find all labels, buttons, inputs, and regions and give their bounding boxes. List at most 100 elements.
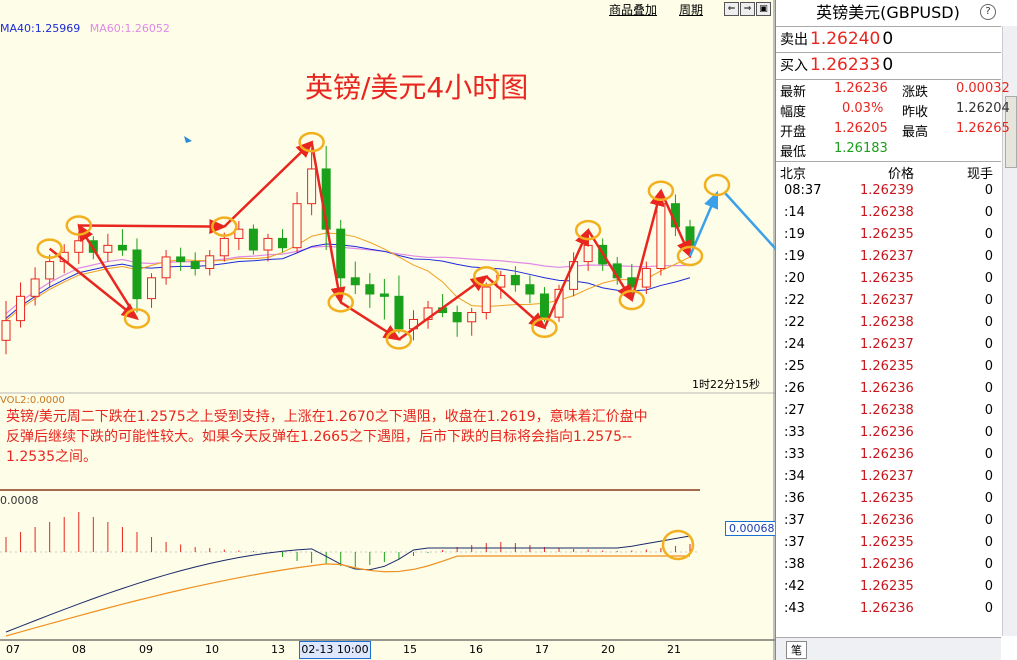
tick-row: :20 1.26235 0 — [776, 271, 1001, 293]
x-tick-label: 07 — [6, 643, 20, 656]
tick-volume: 0 — [984, 293, 993, 308]
macd-ring — [661, 529, 695, 561]
candle-body — [569, 261, 579, 290]
candle-body — [336, 228, 346, 279]
candle-body — [685, 226, 695, 246]
candle-body — [278, 237, 288, 249]
period-link[interactable]: 周期 — [679, 1, 703, 18]
x-tick-label: 20 — [601, 643, 615, 656]
macd-dif-line — [5, 535, 691, 633]
sell-label: 卖出 — [780, 32, 808, 48]
divider — [776, 161, 1001, 162]
candle-body — [583, 244, 593, 263]
divider — [776, 79, 1001, 80]
candle-body — [307, 168, 317, 205]
candle-body — [190, 261, 200, 270]
comment-line: 反弹后继续下跌的可能性较大。如果今天反弹在1.2665之下遇阻，后市下跌的目标将… — [6, 429, 633, 445]
tick-volume: 0 — [984, 447, 993, 462]
crosshair-date-label: 02-13 10:00 — [299, 641, 371, 659]
col-time-header: 北京 — [780, 167, 807, 182]
tick-volume: 0 — [984, 315, 993, 330]
tick-volume: 0 — [984, 535, 993, 550]
stat-row: 最低 1.26183 — [780, 141, 1000, 160]
tick-row: :14 1.26238 0 — [776, 205, 1001, 227]
tick-time: :34 — [784, 469, 805, 484]
candle-body — [147, 277, 157, 300]
nav-left-button[interactable]: ⇐ — [724, 2, 739, 16]
candle-body — [30, 278, 40, 297]
macd-value-badge: 0.00068 — [725, 521, 779, 536]
countdown-timer: 1时22分15秒 — [692, 378, 760, 391]
panel-scrollbar[interactable] — [1002, 26, 1017, 636]
tick-time: :33 — [784, 447, 805, 462]
tick-volume: 0 — [984, 381, 993, 396]
tick-price: 1.26237 — [860, 337, 914, 352]
tick-row: :22 1.26237 0 — [776, 293, 1001, 315]
tick-price: 1.26236 — [860, 557, 914, 572]
tick-price: 1.26236 — [860, 381, 914, 396]
candle-body — [365, 284, 375, 295]
tick-row: :19 1.26237 0 — [776, 249, 1001, 271]
help-icon[interactable]: ? — [980, 4, 996, 20]
stat-value: 1.26236 — [834, 81, 888, 96]
col-price-header: 价格 — [888, 167, 915, 182]
analysis-comment: 英镑/美元周二下跌在1.2575之上受到支持，上涨在1.2670之下遇阻，收盘在… — [6, 407, 736, 467]
candle-body — [132, 249, 142, 300]
stat-label: 最新 — [780, 85, 807, 100]
tick-row: :37 1.26236 0 — [776, 513, 1001, 535]
stat-row: 幅度 0.03% 昨收 1.26204 — [780, 101, 1010, 120]
tick-price: 1.26237 — [860, 469, 914, 484]
nav-box-button[interactable]: ▣ — [756, 2, 771, 16]
sell-quote: 卖出 1.26240 0 — [780, 29, 893, 49]
tick-row: :22 1.26238 0 — [776, 315, 1001, 337]
tick-time: :37 — [784, 535, 805, 550]
tick-price: 1.26236 — [860, 447, 914, 462]
tick-price: 1.26239 — [860, 183, 914, 198]
tick-volume: 0 — [984, 271, 993, 286]
tick-price: 1.26235 — [860, 359, 914, 374]
tick-price: 1.26238 — [860, 403, 914, 418]
tick-time: :14 — [784, 205, 805, 220]
tick-row: :27 1.26238 0 — [776, 403, 1001, 425]
tick-row: :25 1.26235 0 — [776, 359, 1001, 381]
tick-volume: 0 — [984, 601, 993, 616]
tick-volume: 0 — [984, 227, 993, 242]
candle-body — [379, 293, 389, 297]
x-tick-label: 15 — [403, 643, 417, 656]
candle-body — [350, 277, 360, 286]
tick-volume: 0 — [984, 425, 993, 440]
x-tick-label: 08 — [72, 643, 86, 656]
buy-quote: 买入 1.26233 0 — [780, 55, 893, 75]
x-tick-label: 09 — [139, 643, 153, 656]
tick-row: :43 1.26236 0 — [776, 601, 1001, 623]
buy-label: 买入 — [780, 58, 808, 74]
tick-row: :33 1.26236 0 — [776, 425, 1001, 447]
stat-row: 最新 1.26236 涨跌 0.00032 — [780, 81, 1010, 100]
chart-area[interactable]: 商品叠加 周期 ⇐ ⇒ ▣ MA40:1.25969 MA60:1.26052 … — [0, 0, 779, 660]
tick-row: :37 1.26235 0 — [776, 535, 1001, 557]
tick-volume: 0 — [984, 337, 993, 352]
tick-price: 1.26238 — [860, 315, 914, 330]
macd-scale-label: 0.0008 — [0, 494, 39, 507]
comment-line: 1.2535之间。 — [6, 449, 97, 465]
cursor-marker — [184, 136, 192, 143]
comment-line: 英镑/美元周二下跌在1.2575之上受到支持，上涨在1.2670之下遇阻，收盘在… — [6, 409, 648, 425]
ticks-tab[interactable]: 笔 — [786, 641, 807, 659]
tick-price: 1.26235 — [860, 271, 914, 286]
tick-time: :33 — [784, 425, 805, 440]
buy-price: 1.26233 — [810, 55, 881, 75]
stat-value: 1.26183 — [834, 141, 888, 156]
stat-value: 1.26205 — [834, 121, 888, 136]
tick-time: 08:37 — [784, 183, 822, 198]
vol-indicator-label: VOL2:0.0000 — [0, 395, 65, 406]
divider — [776, 26, 1001, 27]
buy-volume: 0 — [882, 55, 894, 75]
tick-price: 1.26236 — [860, 601, 914, 616]
tick-volume: 0 — [984, 403, 993, 418]
tick-table-header: 北京 价格 现手 — [776, 163, 1001, 182]
overlay-link[interactable]: 商品叠加 — [609, 1, 657, 18]
nav-right-button[interactable]: ⇒ — [740, 2, 755, 16]
tick-row: :42 1.26235 0 — [776, 579, 1001, 601]
tick-time: :26 — [784, 381, 805, 396]
candle-body — [641, 268, 651, 288]
